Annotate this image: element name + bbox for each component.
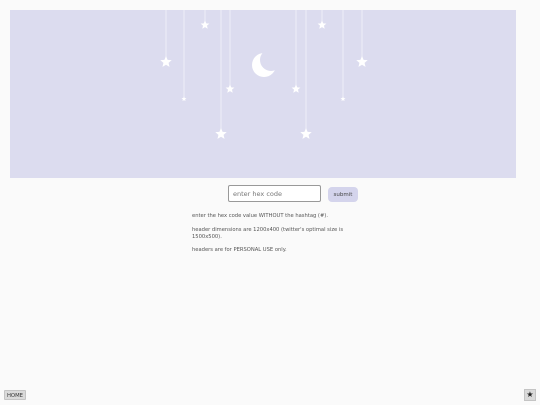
moon-icon <box>252 49 282 77</box>
submit-button[interactable]: submit <box>328 187 358 202</box>
instructions: enter the hex code value WITHOUT the has… <box>192 213 352 261</box>
moon-stars-illustration <box>160 10 368 139</box>
header-preview <box>10 10 516 178</box>
hanging-star-icon <box>181 96 187 102</box>
dimensions-note: header dimensions are 1200x400 (twitter'… <box>192 226 344 240</box>
hex-code-input[interactable] <box>228 185 321 202</box>
hex-instruction: enter the hex code value WITHOUT the has… <box>192 213 328 219</box>
hanging-star-icon <box>340 96 346 102</box>
hanging-star-icon <box>300 128 312 139</box>
usage-note: headers are for PERSONAL USE only. <box>192 247 287 254</box>
home-button[interactable]: HOME <box>4 390 26 400</box>
hanging-star-icon <box>225 84 235 93</box>
hanging-star-icon <box>160 56 172 67</box>
hanging-star-icon <box>317 20 327 29</box>
hanging-star-icon <box>200 20 210 29</box>
hanging-star-icon <box>356 56 368 67</box>
star-icon[interactable]: ★ <box>524 389 536 401</box>
hanging-star-icon <box>215 128 227 139</box>
hanging-star-icon <box>291 84 301 93</box>
